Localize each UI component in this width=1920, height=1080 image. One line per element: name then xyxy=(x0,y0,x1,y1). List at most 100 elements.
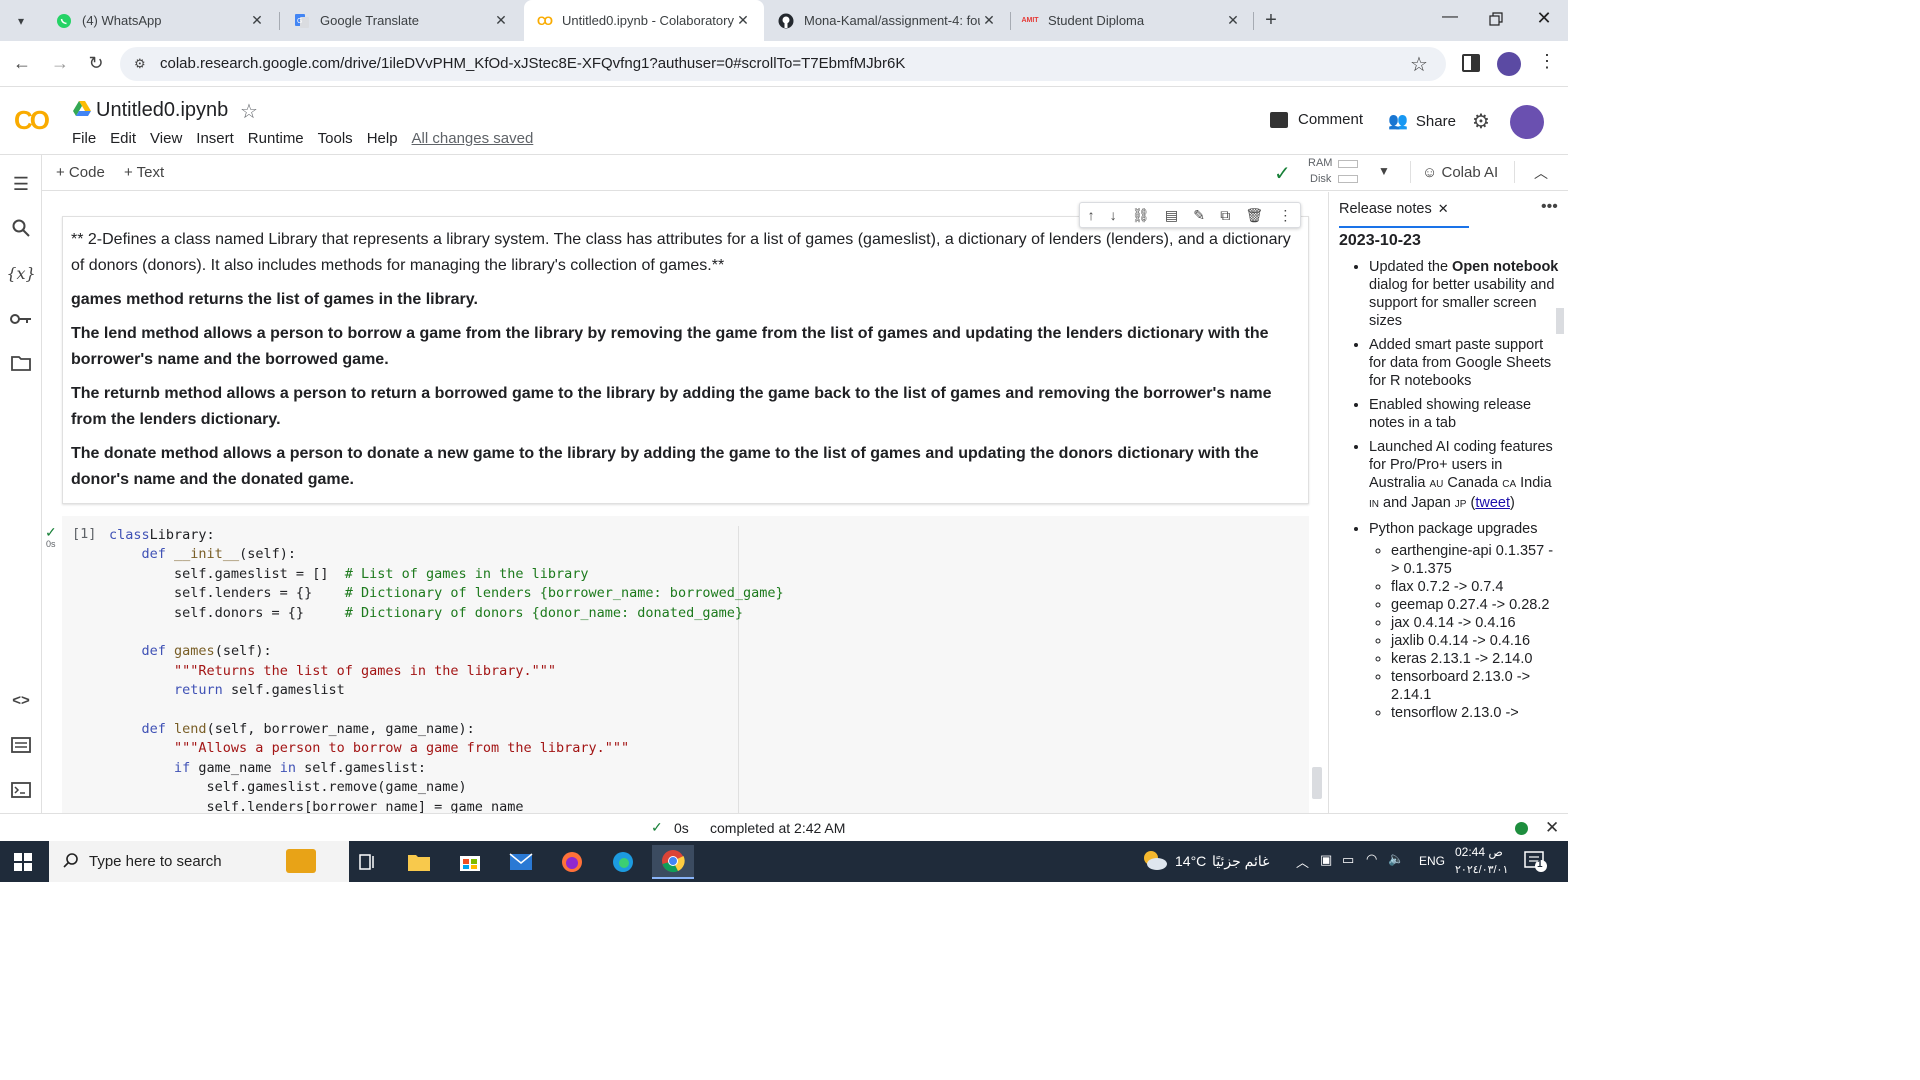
star-icon[interactable]: ☆ xyxy=(240,99,258,124)
menu-tools[interactable]: Tools xyxy=(318,130,353,147)
link-icon[interactable]: ⛓ xyxy=(1132,207,1150,224)
exec-count: [1] xyxy=(72,526,97,542)
colab-logo[interactable]: CO xyxy=(14,105,50,136)
new-tab-button[interactable]: + xyxy=(1260,9,1282,31)
back-icon[interactable]: ← xyxy=(10,51,34,75)
share-button[interactable]: 👥 Share xyxy=(1388,111,1456,131)
more-options-icon[interactable]: ••• xyxy=(1541,198,1558,216)
firefox-icon[interactable] xyxy=(551,845,593,879)
files-folder-icon[interactable] xyxy=(9,351,33,375)
task-view-icon[interactable] xyxy=(347,845,389,879)
window-close-button[interactable]: ✕ xyxy=(1532,8,1556,32)
taskbar-search-input[interactable]: Type here to search xyxy=(49,841,349,882)
edge-icon[interactable] xyxy=(602,845,644,879)
text-cell[interactable]: ** 2-Defines a class named Library that … xyxy=(62,216,1309,504)
edit-pencil-icon[interactable]: ✎ xyxy=(1193,207,1205,224)
comment-cell-icon[interactable]: ▤ xyxy=(1165,207,1178,224)
notification-count: 1 xyxy=(1537,859,1543,870)
side-panel-icon[interactable] xyxy=(1462,54,1480,72)
browser-menu-icon[interactable]: ⋮ xyxy=(1538,51,1556,72)
code-snippets-icon[interactable]: <> xyxy=(9,688,33,712)
mirror-cell-icon[interactable]: ⧉ xyxy=(1220,207,1230,224)
restore-button[interactable] xyxy=(1486,10,1506,30)
table-of-contents-icon[interactable]: ☰ xyxy=(9,172,33,196)
address-bar[interactable]: ⚙ colab.research.google.com/drive/1ileDV… xyxy=(120,47,1446,81)
tray-device-icon[interactable]: ▣ xyxy=(1320,852,1332,868)
status-completed[interactable]: completed at 2:42 AM xyxy=(710,820,845,836)
tab-colab[interactable]: CO Untitled0.ipynb - Colaboratory ✕ xyxy=(524,0,764,41)
clock-time[interactable]: 02:44 ص xyxy=(1455,845,1503,859)
add-code-button[interactable]: + Code xyxy=(56,164,105,181)
command-palette-icon[interactable] xyxy=(9,733,33,757)
forward-icon[interactable]: → xyxy=(48,51,72,75)
close-icon[interactable]: ✕ xyxy=(980,12,998,29)
wifi-icon[interactable]: ◠ xyxy=(1366,851,1377,867)
close-icon[interactable]: ✕ xyxy=(1224,12,1242,29)
status-time: 0s xyxy=(674,820,689,836)
tray-chevron-up-icon[interactable]: ︿ xyxy=(1296,852,1309,871)
language-indicator[interactable]: ENG xyxy=(1419,854,1445,868)
clock-date[interactable]: ٢٠٢٤/٠٣/٠١ xyxy=(1455,863,1508,876)
volume-icon[interactable]: 🔈 xyxy=(1388,851,1404,867)
menu-runtime[interactable]: Runtime xyxy=(248,130,304,147)
release-notes-tab[interactable]: Release notes ✕ xyxy=(1339,192,1469,228)
profile-avatar[interactable] xyxy=(1497,52,1521,76)
delete-trash-icon[interactable]: 🗑 xyxy=(1245,207,1263,224)
url-text[interactable]: colab.research.google.com/drive/1ileDVvP… xyxy=(160,55,905,72)
tab-search-chevron-icon[interactable]: ▾ xyxy=(10,10,32,32)
briefcase-icon[interactable] xyxy=(286,849,316,873)
settings-gear-icon[interactable]: ⚙ xyxy=(1472,109,1490,134)
tweet-link[interactable]: tweet xyxy=(1475,495,1510,511)
close-icon[interactable]: ✕ xyxy=(1438,201,1449,217)
user-avatar[interactable] xyxy=(1510,105,1544,139)
close-icon[interactable]: ✕ xyxy=(1545,818,1559,838)
move-down-icon[interactable]: ↓ xyxy=(1110,207,1117,223)
tab-github[interactable]: Mona-Kamal/assignment-4: fou ✕ xyxy=(768,0,1008,41)
close-icon[interactable]: ✕ xyxy=(248,12,266,29)
microsoft-store-icon[interactable] xyxy=(449,845,491,879)
close-icon[interactable]: ✕ xyxy=(734,12,752,29)
search-icon[interactable] xyxy=(9,216,33,240)
minimize-button[interactable]: — xyxy=(1438,8,1462,32)
menu-edit[interactable]: Edit xyxy=(110,130,136,147)
weather-icon[interactable] xyxy=(1140,847,1168,878)
variables-icon[interactable]: {x} xyxy=(6,261,35,285)
more-options-icon[interactable]: ⋮ xyxy=(1278,207,1292,224)
menu-help[interactable]: Help xyxy=(367,130,398,147)
weather-text[interactable]: غائم جزئيًا xyxy=(1212,853,1269,870)
colab-ai-button[interactable]: ☺ Colab AI xyxy=(1422,164,1498,181)
tab-student-diploma[interactable]: AMIT Student Diploma ✕ xyxy=(1012,0,1252,41)
code-cell[interactable]: [1] classLibrary: def __init__(self): se… xyxy=(62,516,1309,813)
chrome-icon[interactable] xyxy=(652,845,694,879)
file-explorer-icon[interactable] xyxy=(398,845,440,879)
reload-icon[interactable]: ↻ xyxy=(84,51,108,75)
tab-google-translate[interactable]: G Google Translate ✕ xyxy=(284,0,520,41)
menu-insert[interactable]: Insert xyxy=(196,130,234,147)
windows-start-icon[interactable] xyxy=(14,853,32,876)
disk-meter[interactable] xyxy=(1338,175,1358,183)
save-status[interactable]: All changes saved xyxy=(412,130,534,147)
menu-view[interactable]: View xyxy=(150,130,182,147)
ram-meter[interactable] xyxy=(1338,160,1358,168)
mail-icon[interactable] xyxy=(500,845,542,879)
move-up-icon[interactable]: ↑ xyxy=(1088,207,1095,223)
comment-button[interactable]: Comment xyxy=(1270,111,1363,128)
bookmark-star-icon[interactable]: ☆ xyxy=(1410,52,1428,77)
collapse-header-icon[interactable]: ︿ xyxy=(1534,163,1548,183)
site-settings-icon[interactable]: ⚙ xyxy=(134,56,146,72)
weather-temp[interactable]: 14°C xyxy=(1175,853,1206,869)
code-editor[interactable]: classLibrary: def __init__(self): self.g… xyxy=(109,526,784,813)
runtime-dropdown-icon[interactable]: ▼ xyxy=(1378,164,1390,178)
close-icon[interactable]: ✕ xyxy=(492,12,510,29)
notebook-title[interactable]: Untitled0.ipynb xyxy=(96,99,228,122)
notifications-icon[interactable]: 1 xyxy=(1524,851,1548,878)
secrets-key-icon[interactable] xyxy=(9,307,33,331)
code-line: self.gameslist.remove(game_name) xyxy=(109,779,467,796)
battery-icon[interactable]: ▭ xyxy=(1342,852,1354,868)
tab-whatsapp[interactable]: (4) WhatsApp ✕ xyxy=(46,0,276,41)
terminal-icon[interactable] xyxy=(9,778,33,802)
add-text-button[interactable]: + Text xyxy=(124,164,164,181)
release-date: 2023-10-23 xyxy=(1339,232,1421,249)
menu-file[interactable]: File xyxy=(72,130,96,147)
notebook-scrollbar[interactable] xyxy=(1312,767,1322,799)
